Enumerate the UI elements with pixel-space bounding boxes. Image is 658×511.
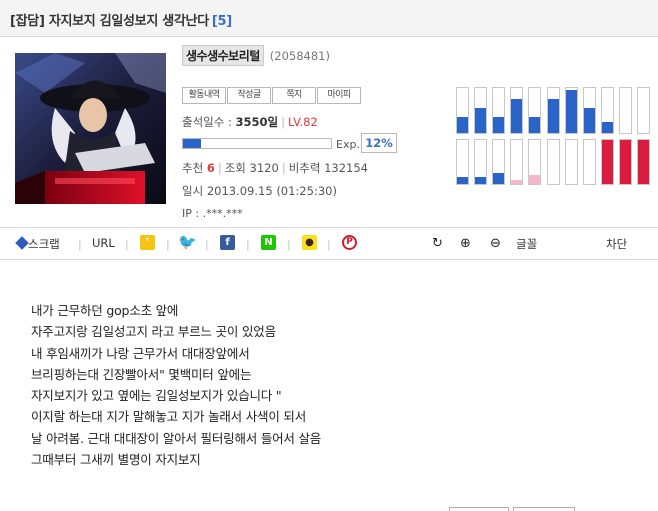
separator: | [217,161,222,175]
separator: | [166,238,170,251]
post-title-text: [잡담] 자지보지 김일성보지 생각난다 [10,14,209,29]
post-body: 내가 근무하던 gop소초 앞에 자주고지랑 김일성고지 라고 부르느 곳이 있… [31,303,322,468]
graph-bar [583,139,596,185]
pinterest-icon[interactable]: P [342,235,357,250]
graph-bar-fill [511,99,522,133]
graph-bar-fill [584,108,595,133]
graph-bar [528,87,541,134]
recommend-count: 6 [206,161,215,175]
post-title-bar: [잡담] 자지보지 김일성보지 생각난다 [5] [0,0,658,37]
graph-bar [456,139,469,185]
separator: | [205,238,209,251]
graph-bar-fill [475,108,486,133]
exp-percent: 12% [361,133,397,153]
separator: | [246,238,250,251]
graph-bar [547,139,560,185]
graph-bar-fill [620,140,631,184]
separator: | [78,238,82,251]
attendance-line: 출석일수 : 3550일 | LV.82 [182,114,318,130]
level-badge: LV.82 [287,115,318,129]
graph-bar [601,87,614,134]
graph-bar [565,87,578,134]
graph-bar-fill [548,99,559,133]
recommend-button[interactable] [449,507,509,511]
graph-bar [474,87,487,134]
graph-bar-fill [457,117,468,133]
graph-bar [456,87,469,134]
separator: | [281,115,285,129]
post-date: 일시 2013.09.15 (01:25:30) [182,184,337,198]
author-action-buttons: 활동내역 작성글 쪽지 마이피 [182,87,362,104]
avatar[interactable] [15,53,166,204]
recommend-label: 추천 [182,161,204,175]
font-button[interactable]: 글꼴 [516,236,537,252]
share-toolbar: 스크랩 | URL | ❜ | 🐦 | f | N | ● | P ↻ ⊕ ⊖ … [0,227,658,260]
post-ip: IP : .***.*** [182,207,243,220]
message-button[interactable]: 쪽지 [272,87,316,104]
graph-bar-fill [457,177,468,184]
scrap-label: 스크랩 [28,237,60,251]
graph-bar-fill [475,177,486,184]
separator: | [125,238,129,251]
exp-progress-fill [183,139,201,148]
post-title: [잡담] 자지보지 김일성보지 생각난다 [5] [10,10,232,29]
graph-bar [492,87,505,134]
graph-bar-fill [529,117,540,133]
naver-icon[interactable]: N [261,235,276,250]
twitter-icon[interactable]: 🐦 [178,233,197,251]
graph-bar [492,139,505,185]
graph-bar [601,139,614,185]
graph-bar [619,139,632,185]
attendance-value: 3550일 [235,115,279,129]
graph-bar-fill [529,175,540,184]
graph-bar-fill [602,140,613,184]
exp-label: Exp. [336,138,360,151]
comment-count[interactable]: [5] [212,14,232,29]
graph-bar [510,87,523,134]
scrap-button[interactable]: 스크랩 [15,236,60,252]
author-id: (2058481) [269,49,330,63]
kakaotalk-icon[interactable]: ● [302,235,317,250]
graph-bar [583,87,596,134]
graph-bar-fill [602,121,613,133]
graph-bar-fill [511,179,522,184]
view-count: 조회 3120 [224,161,279,175]
exp-progress-bar [182,138,332,149]
kakaostory-icon[interactable]: ❜ [140,235,155,250]
nonrecommend-count: 비추력 132154 [288,161,368,175]
graph-bar [474,139,487,185]
block-button[interactable]: 차단 [606,236,627,252]
attendance-label: 출석일수 : [182,115,236,129]
author-info: 생수생수보리털 (2058481) [182,45,330,66]
facebook-icon[interactable]: f [220,235,235,250]
cube-icon [15,236,29,250]
graph-bar [565,139,578,185]
nonrecommend-button[interactable] [513,507,575,511]
graph-bar-fill [493,117,504,133]
zoom-out-icon[interactable]: ⊖ [490,236,501,251]
graph-bar [510,139,523,185]
posts-button[interactable]: 작성글 [227,87,271,104]
refresh-icon[interactable]: ↻ [432,236,443,251]
graph-bar [528,139,541,185]
separator: | [287,238,291,251]
separator: | [327,238,331,251]
author-nickname[interactable]: 생수생수보리털 [182,45,264,66]
post-stats: 추천 6 | 조회 3120 | 비추력 132154 [182,160,368,176]
separator: | [281,161,286,175]
graph-bar [619,87,632,134]
graph-bar-fill [493,173,504,184]
activity-button[interactable]: 활동내역 [182,87,226,104]
graph-bar [547,87,560,134]
zoom-in-icon[interactable]: ⊕ [460,236,471,251]
graph-bar-fill [638,140,649,184]
graph-bar-fill [566,90,577,133]
graph-bar [637,139,650,185]
avatar-image [15,53,166,204]
url-button[interactable]: URL [92,236,115,250]
mypi-button[interactable]: 마이피 [317,87,361,104]
graph-bar [637,87,650,134]
